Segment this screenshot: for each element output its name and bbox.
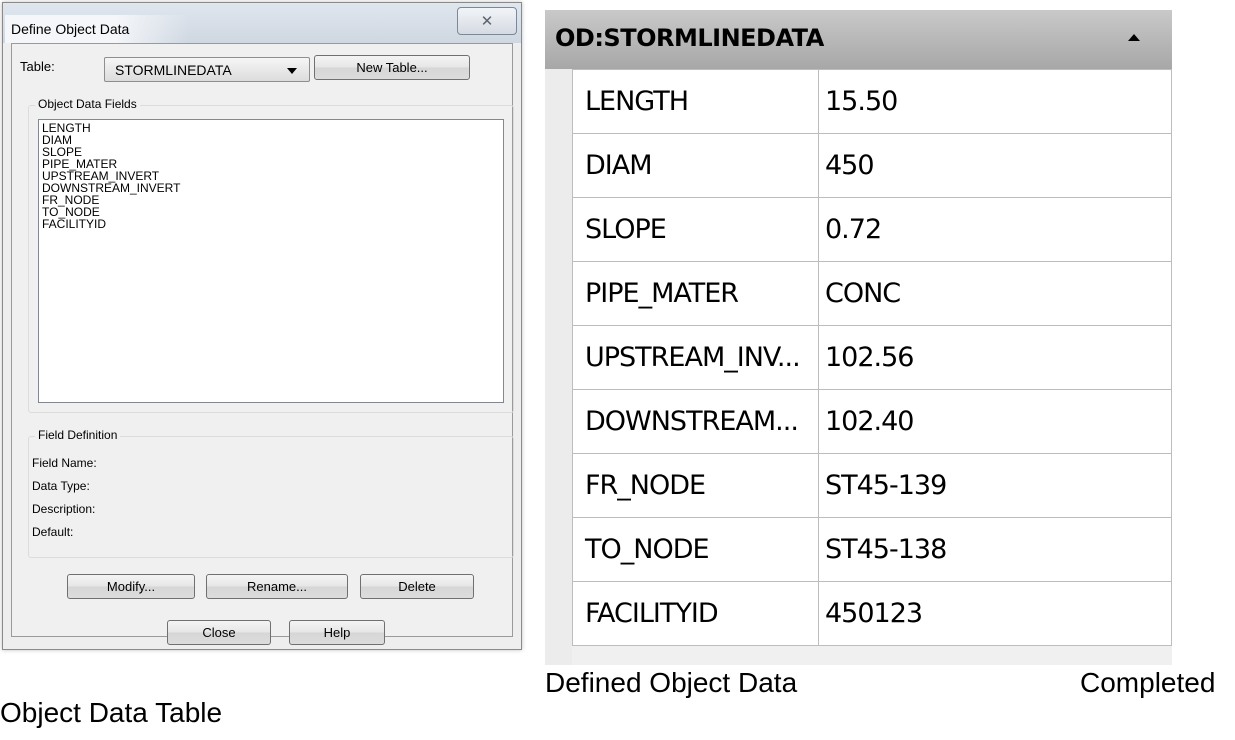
od-field-name: PIPE_MATER bbox=[572, 261, 819, 326]
od-field-value[interactable]: 0.72 bbox=[818, 197, 1172, 262]
caption-object-data-table: Object Data Table bbox=[0, 697, 223, 728]
od-table-row[interactable]: FACILITYID 450123 bbox=[572, 581, 1172, 646]
od-table-row[interactable]: DIAM 450 bbox=[572, 133, 1172, 198]
field-list-item[interactable]: LENGTH bbox=[42, 122, 503, 134]
od-field-value[interactable]: 102.56 bbox=[818, 325, 1172, 390]
od-table-row[interactable]: SLOPE 0.72 bbox=[572, 197, 1172, 262]
define-object-data-dialog: Define Object Data ✕ Table: STORMLINEDAT… bbox=[2, 2, 522, 650]
field-list-item[interactable]: DOWNSTREAM_INVERT bbox=[42, 182, 503, 194]
od-table-row[interactable]: TO_NODE ST45-138 bbox=[572, 517, 1172, 582]
field-list-item[interactable]: DIAM bbox=[42, 134, 503, 146]
field-list-items: LENGTH DIAM SLOPE PIPE_MATER UPSTREAM_INVERT… bbox=[39, 120, 503, 230]
default-label: Default: bbox=[32, 525, 74, 539]
od-field-name: DIAM bbox=[572, 133, 819, 198]
data-type-label: Data Type: bbox=[32, 479, 90, 493]
table-label: Table: bbox=[20, 59, 55, 74]
od-field-name: FACILITYID bbox=[572, 581, 819, 646]
field-definition-legend: Field Definition bbox=[35, 428, 121, 442]
od-field-value[interactable]: 102.40 bbox=[818, 389, 1172, 454]
od-properties-table: LENGTH 15.50 DIAM 450 SLOPE 0.72 PIPE_MATER CON… bbox=[572, 69, 1172, 646]
table-select[interactable]: STORMLINEDATA bbox=[104, 57, 310, 82]
field-list-item[interactable]: FACILITYID bbox=[42, 218, 503, 230]
od-field-name: DOWNSTREAM... bbox=[572, 389, 819, 454]
od-table-row[interactable]: PIPE_MATER CONC bbox=[572, 261, 1172, 326]
modify-button[interactable]: Modify... bbox=[67, 574, 195, 599]
close-button[interactable]: Close bbox=[167, 620, 271, 645]
od-field-value[interactable]: ST45-138 bbox=[818, 517, 1172, 582]
dialog-title: Define Object Data bbox=[5, 15, 190, 43]
od-field-value[interactable]: ST45-139 bbox=[818, 453, 1172, 518]
caption-defined-object-data: Defined Object Data bbox=[545, 667, 798, 698]
od-field-value[interactable]: 450 bbox=[818, 133, 1172, 198]
help-button[interactable]: Help bbox=[289, 620, 385, 645]
delete-button[interactable]: Delete bbox=[360, 574, 474, 599]
object-data-fields-legend: Object Data Fields bbox=[35, 97, 140, 111]
rename-button[interactable]: Rename... bbox=[206, 574, 348, 599]
field-name-label: Field Name: bbox=[32, 456, 97, 470]
od-field-value[interactable]: 450123 bbox=[818, 581, 1172, 646]
field-list-item[interactable]: FR_NODE bbox=[42, 194, 503, 206]
chevron-down-icon bbox=[287, 68, 297, 74]
od-field-value[interactable]: 15.50 bbox=[818, 69, 1172, 134]
od-panel-header[interactable]: OD:STORMLINEDATA bbox=[545, 10, 1172, 69]
dialog-titlebar: Define Object Data ✕ bbox=[3, 3, 521, 43]
od-field-name: LENGTH bbox=[572, 69, 819, 134]
od-field-value[interactable]: CONC bbox=[818, 261, 1172, 326]
dialog-client-area: Table: STORMLINEDATA New Table... Object… bbox=[11, 43, 514, 645]
od-field-name: SLOPE bbox=[572, 197, 819, 262]
od-table-row[interactable]: UPSTREAM_INV... 102.56 bbox=[572, 325, 1172, 390]
od-field-name: FR_NODE bbox=[572, 453, 819, 518]
caption-completed: Completed bbox=[1080, 667, 1216, 698]
object-data-panel: OD:STORMLINEDATA LENGTH 15.50 DIAM 450 SLOPE… bbox=[545, 10, 1172, 665]
od-table-row[interactable]: DOWNSTREAM... 102.40 bbox=[572, 389, 1172, 454]
description-label: Description: bbox=[32, 502, 96, 516]
caret-up-icon[interactable] bbox=[1128, 34, 1140, 41]
close-window-icon[interactable]: ✕ bbox=[457, 7, 517, 35]
new-table-button[interactable]: New Table... bbox=[314, 55, 470, 80]
field-definition-group: Field Definition bbox=[28, 428, 514, 558]
od-field-name: UPSTREAM_INV... bbox=[572, 325, 819, 390]
od-table-row[interactable]: FR_NODE ST45-139 bbox=[572, 453, 1172, 518]
od-panel-title: OD:STORMLINEDATA bbox=[555, 24, 824, 52]
table-select-value: STORMLINEDATA bbox=[115, 62, 232, 78]
od-table-row[interactable]: LENGTH 15.50 bbox=[572, 69, 1172, 134]
field-list-item[interactable]: TO_NODE bbox=[42, 206, 503, 218]
object-data-fields-list[interactable]: LENGTH DIAM SLOPE PIPE_MATER UPSTREAM_INVERT… bbox=[38, 119, 504, 403]
od-row-gutter bbox=[545, 69, 572, 665]
od-field-name: TO_NODE bbox=[572, 517, 819, 582]
